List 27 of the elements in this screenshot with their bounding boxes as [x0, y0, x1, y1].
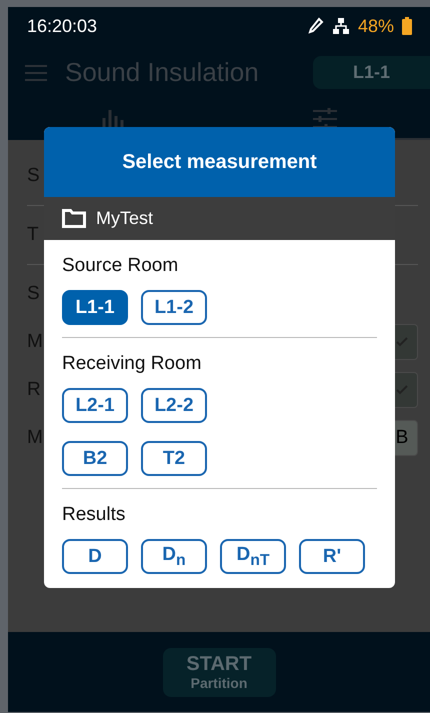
clock-time: 16:20:03	[27, 16, 98, 36]
dialog-title: Select measurement	[44, 127, 395, 197]
measurement-chip[interactable]: L1-1	[312, 56, 430, 89]
sliders-icon	[312, 108, 338, 130]
measurement-button[interactable]: T2	[141, 441, 207, 476]
measurement-button[interactable]: L2-2	[141, 388, 207, 423]
section-title: Receiving Room	[62, 352, 202, 376]
measurement-button[interactable]: L2-1	[62, 388, 128, 423]
start-button[interactable]: START Partition	[162, 648, 276, 696]
bar-chart-icon	[100, 108, 126, 130]
section-title: Results	[62, 503, 126, 527]
measurement-button[interactable]: D$_{nT}$	[220, 539, 286, 574]
measurement-button[interactable]: D$_{n}$	[141, 539, 207, 574]
measurement-button[interactable]: L1-2	[141, 290, 207, 325]
battery-icon	[402, 17, 412, 35]
section-title: Source Room	[62, 254, 180, 278]
app-title: Sound Insulation	[65, 57, 260, 88]
network-icon	[332, 17, 350, 35]
folder-icon	[62, 209, 86, 228]
folder-name: MyTest	[96, 208, 154, 229]
measurement-button[interactable]: R'	[299, 539, 365, 574]
check-icon	[396, 337, 408, 347]
check-icon	[396, 385, 408, 395]
battery-percent: 48%	[358, 16, 394, 36]
measurement-button[interactable]: B2	[62, 441, 128, 476]
measurement-button[interactable]: L1-1	[62, 290, 128, 325]
measurement-button[interactable]: D	[62, 539, 128, 574]
